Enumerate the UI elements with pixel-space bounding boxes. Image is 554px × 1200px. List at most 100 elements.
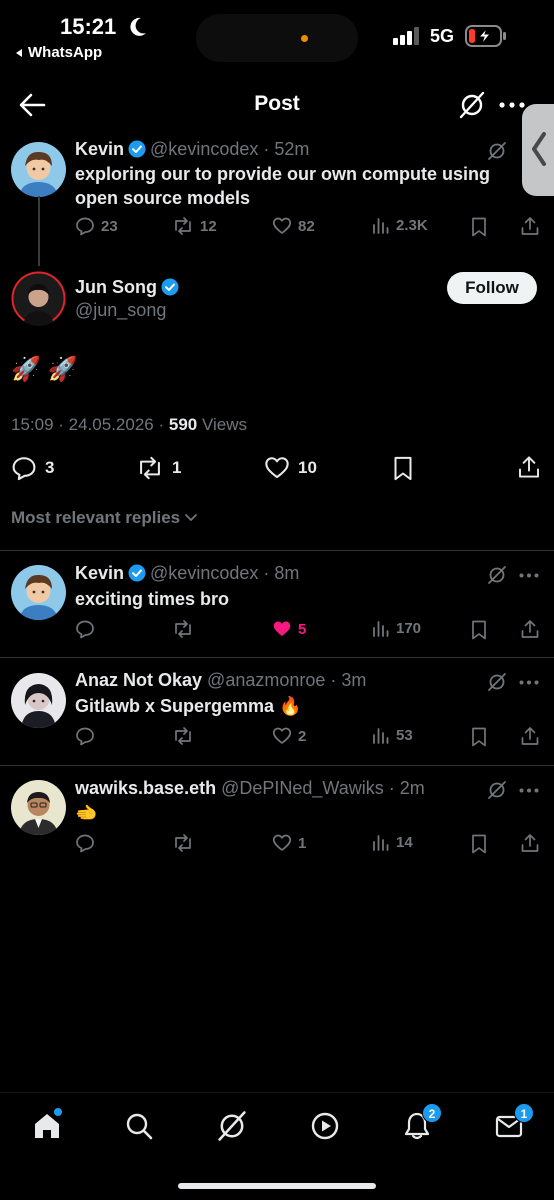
follow-button[interactable]: Follow [447, 272, 537, 304]
grok-post-button[interactable] [487, 780, 507, 800]
views-button[interactable]: 14 [372, 833, 413, 851]
search-icon [126, 1113, 153, 1140]
tab-video[interactable] [310, 1111, 340, 1141]
author-handle[interactable]: @DePINed_Wawiks [221, 778, 384, 798]
author-handle[interactable]: @jun_song [75, 300, 166, 321]
tab-grok[interactable] [216, 1109, 248, 1143]
heart-icon [265, 457, 289, 479]
author-name[interactable]: wawiks.base.eth [75, 778, 216, 798]
back-to-app[interactable]: WhatsApp [14, 44, 102, 61]
author-name[interactable]: Jun Song [75, 277, 157, 297]
replies-sort-dropdown[interactable]: Most relevant replies [11, 508, 198, 528]
like-button[interactable]: 2 [272, 726, 306, 746]
repost-button[interactable] [172, 619, 194, 639]
reply-button[interactable] [75, 726, 95, 746]
views-chart-icon [373, 835, 389, 851]
tab-messages[interactable]: 1 [494, 1103, 534, 1141]
views-count: 14 [396, 833, 413, 851]
repost-icon [175, 620, 191, 638]
repost-icon [175, 727, 191, 745]
back-triangle-icon [16, 48, 22, 57]
grok-post-button[interactable] [487, 565, 507, 585]
heart-icon [272, 217, 292, 234]
repost-button[interactable]: 12 [172, 216, 217, 236]
more-horizontal-icon [519, 680, 539, 685]
more-horizontal-icon [519, 788, 539, 793]
reply-button[interactable] [75, 833, 95, 853]
tab-search[interactable] [124, 1111, 154, 1141]
reply-icon [76, 834, 94, 853]
reply-icon [76, 727, 94, 746]
views-count: 2.3K [396, 216, 428, 234]
like-button[interactable]: 10 [264, 455, 317, 481]
repost-button[interactable] [172, 833, 194, 853]
reply-button[interactable] [75, 619, 95, 639]
back-app-label: WhatsApp [28, 44, 103, 61]
avatar-kevin[interactable] [11, 565, 66, 620]
repost-button[interactable]: 1 [136, 455, 181, 481]
more-options-button[interactable] [519, 680, 539, 685]
bookmark-button[interactable] [471, 727, 487, 747]
bookmark-icon [472, 620, 486, 640]
share-icon [521, 217, 539, 235]
bookmark-button[interactable] [471, 834, 487, 854]
like-button[interactable]: 5 [272, 619, 306, 639]
like-count: 10 [298, 458, 317, 477]
repost-button[interactable] [172, 726, 194, 746]
grok-icon [488, 673, 506, 691]
share-button[interactable] [520, 726, 540, 746]
author-handle[interactable]: @anazmonroe [207, 670, 325, 690]
avatar-jun-song[interactable] [11, 271, 66, 326]
more-options-button[interactable] [519, 788, 539, 793]
more-options-button[interactable] [519, 573, 539, 578]
bookmark-button[interactable] [471, 620, 487, 640]
like-button[interactable]: 82 [272, 216, 315, 236]
reply-icon [76, 620, 94, 639]
bookmark-icon [472, 834, 486, 854]
repost-icon [175, 217, 191, 235]
author-name[interactable]: Anaz Not Okay [75, 670, 202, 690]
grok-post-button[interactable] [487, 141, 507, 161]
like-count: 82 [298, 217, 315, 235]
views-button[interactable]: 53 [372, 726, 413, 744]
bookmark-icon [472, 217, 486, 237]
share-button[interactable] [520, 216, 540, 236]
tab-home[interactable] [32, 1108, 62, 1141]
avatar-wawiks[interactable] [11, 780, 66, 835]
tab-notifications[interactable]: 2 [402, 1103, 442, 1141]
reply-actions: 2 53 [75, 726, 545, 750]
share-button[interactable] [520, 833, 540, 853]
reply-button[interactable]: 23 [75, 216, 118, 236]
author-name[interactable]: Kevin [75, 563, 124, 583]
author-handle[interactable]: @kevincodex [150, 563, 258, 583]
avatar-anaz[interactable] [11, 673, 66, 728]
grok-icon [488, 781, 506, 799]
more-options-button[interactable] [499, 102, 525, 108]
grok-icon [459, 91, 485, 119]
like-button[interactable]: 1 [272, 833, 306, 853]
share-icon [521, 727, 539, 745]
share-button[interactable] [517, 455, 541, 479]
play-circle-icon [311, 1112, 339, 1140]
grok-post-button[interactable] [487, 672, 507, 692]
bookmark-button[interactable] [393, 456, 413, 481]
reply-text: Gitlawb x Supergemma 🔥 [75, 696, 302, 716]
avatar-kevin[interactable] [11, 142, 66, 197]
side-panel-handle[interactable] [522, 104, 554, 196]
views-button[interactable]: 2.3K [372, 216, 428, 234]
reply-button[interactable]: 3 [11, 455, 54, 481]
repost-icon [140, 456, 160, 480]
author-name[interactable]: Kevin [75, 139, 124, 159]
post-age: 2m [399, 778, 425, 798]
post-date: 24.05.2026 [68, 415, 154, 434]
share-icon [521, 620, 539, 638]
bookmark-button[interactable] [471, 217, 487, 237]
home-unread-dot [54, 1108, 62, 1116]
share-button[interactable] [520, 619, 540, 639]
share-icon [521, 834, 539, 852]
heart-icon [272, 727, 292, 744]
reply-text: 🫲 [75, 803, 98, 823]
views-button[interactable]: 170 [372, 619, 421, 637]
author-handle[interactable]: @kevincodex [150, 139, 258, 159]
grok-button[interactable] [458, 90, 486, 120]
